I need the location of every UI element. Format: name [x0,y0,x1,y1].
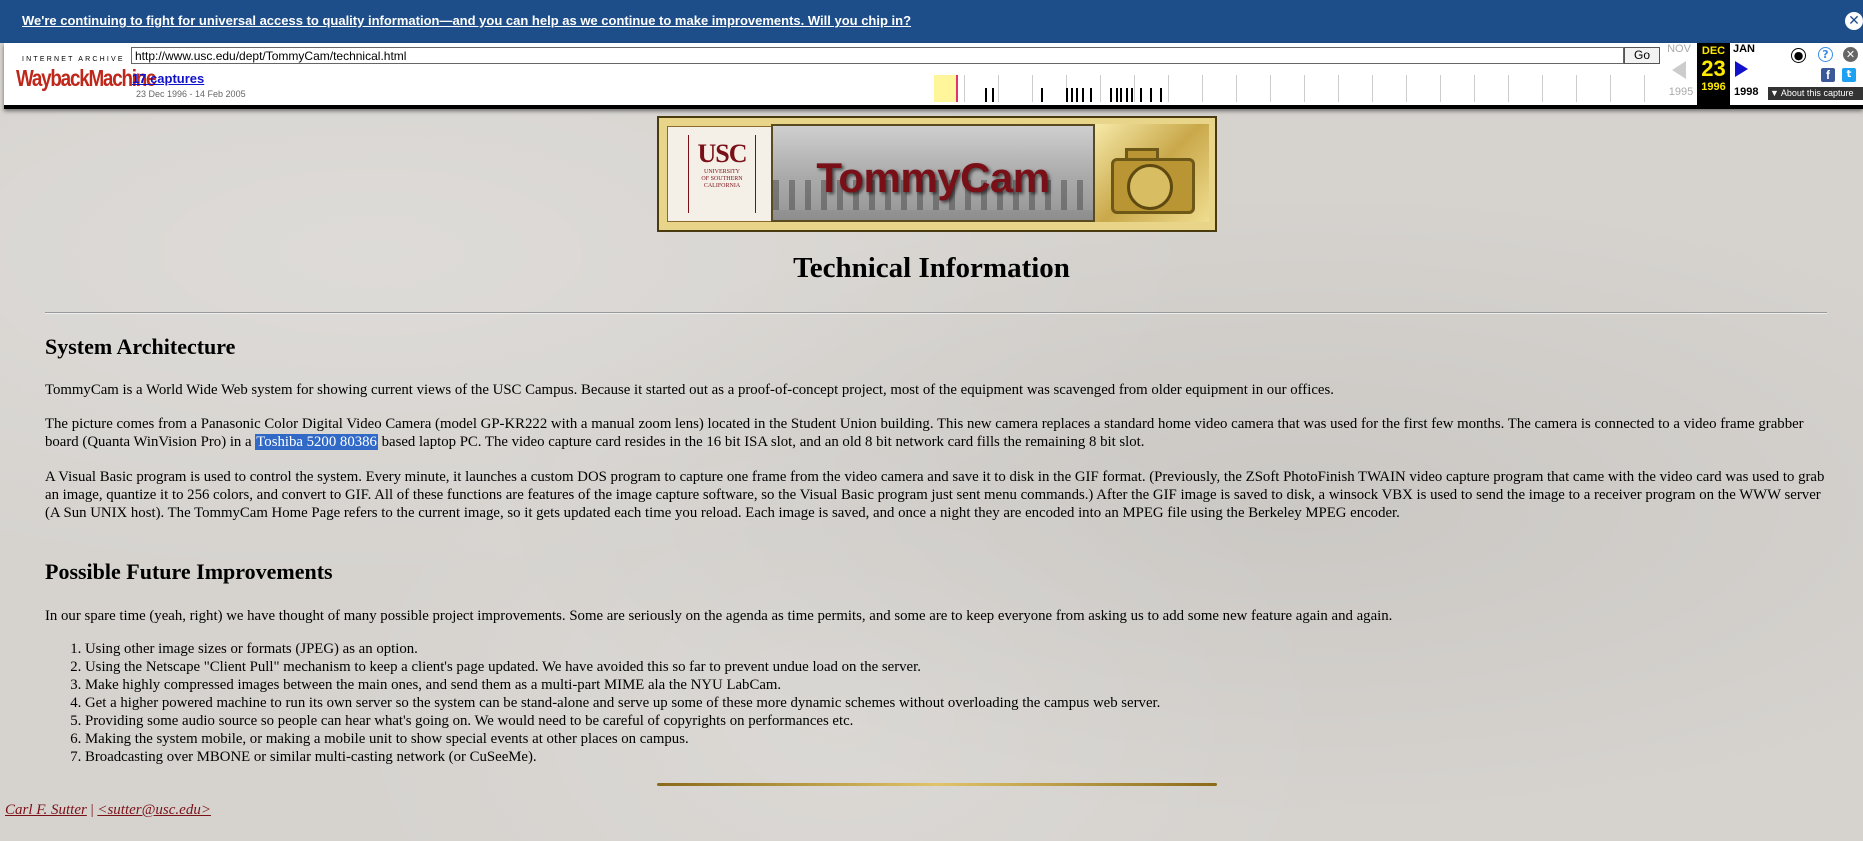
year-separator [1508,75,1509,102]
capture-tick [1110,88,1112,102]
donation-banner: We're continuing to fight for universal … [0,0,1863,43]
close-icon[interactable]: ✕ [1845,12,1863,30]
next-capture-arrow-icon[interactable] [1735,61,1748,77]
capture-sparkline[interactable] [930,75,1670,102]
usc-logo-panel: USC UNIVERSITY OF SOUTHERN CALIFORNIA [667,126,773,222]
list-item: Get a higher powered machine to run its … [85,694,1160,712]
year-separator [1576,75,1577,102]
captures-link[interactable]: 17 captures [132,71,204,86]
paragraph-improvements-intro: In our spare time (yeah, right) we have … [45,608,1393,624]
logo-subtitle: INTERNET ARCHIVE [22,56,125,63]
year-separator [1202,75,1203,102]
year-separator [1134,75,1135,102]
capture-tick [1140,88,1142,102]
list-item: Broadcasting over MBONE or similar multi… [85,748,1160,766]
usc-logo-line: UNIVERSITY [704,169,740,175]
year-separator [1644,75,1645,102]
email-link[interactable]: <sutter@usc.edu> [97,802,211,818]
usc-logo-line: CALIFORNIA [703,183,741,189]
year-separator [1542,75,1543,102]
prev-year-label[interactable]: 1995 [1664,86,1698,98]
capture-tick [1090,88,1092,102]
year-separator [1270,75,1271,102]
capture-tick [992,88,994,102]
camera-panel [1095,124,1209,222]
year-separator [1338,75,1339,102]
prev-capture-arrow-icon[interactable] [1672,61,1686,79]
go-button[interactable]: Go [1624,47,1660,64]
tommycam-header-image: USC UNIVERSITY OF SOUTHERN CALIFORNIA To… [657,116,1217,232]
current-capture-date: DEC 23 1996 [1697,43,1730,105]
paragraph-camera: The picture comes from a Panasonic Color… [45,415,1835,451]
usc-logo-text: USC [697,139,747,168]
capture-tick [1126,88,1128,102]
twitter-icon[interactable]: t [1842,68,1856,82]
paragraph-software: A Visual Basic program is used to contro… [45,469,1825,522]
list-item: Providing some audio source so people ca… [85,712,1160,730]
current-year: 1996 [1701,81,1726,93]
wayback-logo[interactable]: INTERNET ARCHIVE WaybackMachine [16,51,157,95]
improvements-list: Using other image sizes or formats (JPEG… [45,640,1160,766]
year-separator [1032,75,1033,102]
usc-logo-line: OF SOUTHERN [701,176,743,182]
capture-tick [1150,88,1152,102]
year-separator [1168,75,1169,102]
author-link[interactable]: Carl F. Sutter [5,802,87,818]
paragraph-intro: TommyCam is a World Wide Web system for … [45,382,1334,398]
year-separator [1610,75,1611,102]
next-year-label[interactable]: 1998 [1734,86,1758,98]
selected-text: Toshiba 5200 80386 [255,434,378,451]
current-capture-marker [956,75,958,102]
capture-tick [1082,88,1084,102]
year-separator [1100,75,1101,102]
capture-tick [1071,88,1073,102]
current-year-highlight [934,75,956,102]
donation-link[interactable]: We're continuing to fight for universal … [22,13,911,28]
capture-tick [1076,88,1078,102]
divider [45,312,1827,314]
url-input[interactable] [131,47,1624,64]
paragraph-text: based laptop PC. The video capture card … [377,434,1145,451]
footer: Carl F. Sutter | <sutter@usc.edu> [5,802,211,819]
year-separator [1236,75,1237,102]
year-separator [998,75,999,102]
prev-month-label[interactable]: NOV [1662,43,1696,55]
footer-separator: | [90,802,94,818]
year-separator [1474,75,1475,102]
gold-divider [657,783,1217,786]
campus-photo-panel: TommyCam [771,124,1095,222]
page-title: Technical Information [793,252,1070,284]
year-separator [1440,75,1441,102]
user-icon[interactable]: ● [1791,48,1806,63]
list-item: Make highly compressed images between th… [85,676,1160,694]
capture-tick [985,88,987,102]
section-heading-improvements: Possible Future Improvements [45,559,333,584]
year-separator [964,75,965,102]
list-item: Using the Netscape "Client Pull" mechani… [85,658,1160,676]
about-capture-button[interactable]: ▼ About this capture [1768,87,1863,100]
capture-tick [1116,88,1118,102]
tommycam-logo-text: TommyCam [816,154,1050,201]
camera-lens-icon [1127,164,1173,210]
capture-tick [1160,88,1162,102]
year-separator [1372,75,1373,102]
capture-tick [1120,88,1122,102]
wayback-toolbar: INTERNET ARCHIVE WaybackMachine Go 17 ca… [4,43,1863,109]
capture-range: 23 Dec 1996 - 14 Feb 2005 [136,89,246,99]
current-day: 23 [1701,56,1726,81]
capture-tick [1041,88,1043,102]
capture-tick [1131,88,1133,102]
next-month-label[interactable]: JAN [1733,43,1773,55]
list-item: Making the system mobile, or making a mo… [85,730,1160,748]
section-heading-architecture: System Architecture [45,334,236,359]
capture-tick [1066,88,1068,102]
facebook-icon[interactable]: f [1821,68,1835,82]
year-separator [1406,75,1407,102]
close-toolbar-icon[interactable]: ✕ [1843,47,1858,62]
usc-logo: USC UNIVERSITY OF SOUTHERN CALIFORNIA [688,135,756,213]
help-icon[interactable]: ? [1818,47,1833,62]
list-item: Using other image sizes or formats (JPEG… [85,640,1160,658]
year-separator [1304,75,1305,102]
